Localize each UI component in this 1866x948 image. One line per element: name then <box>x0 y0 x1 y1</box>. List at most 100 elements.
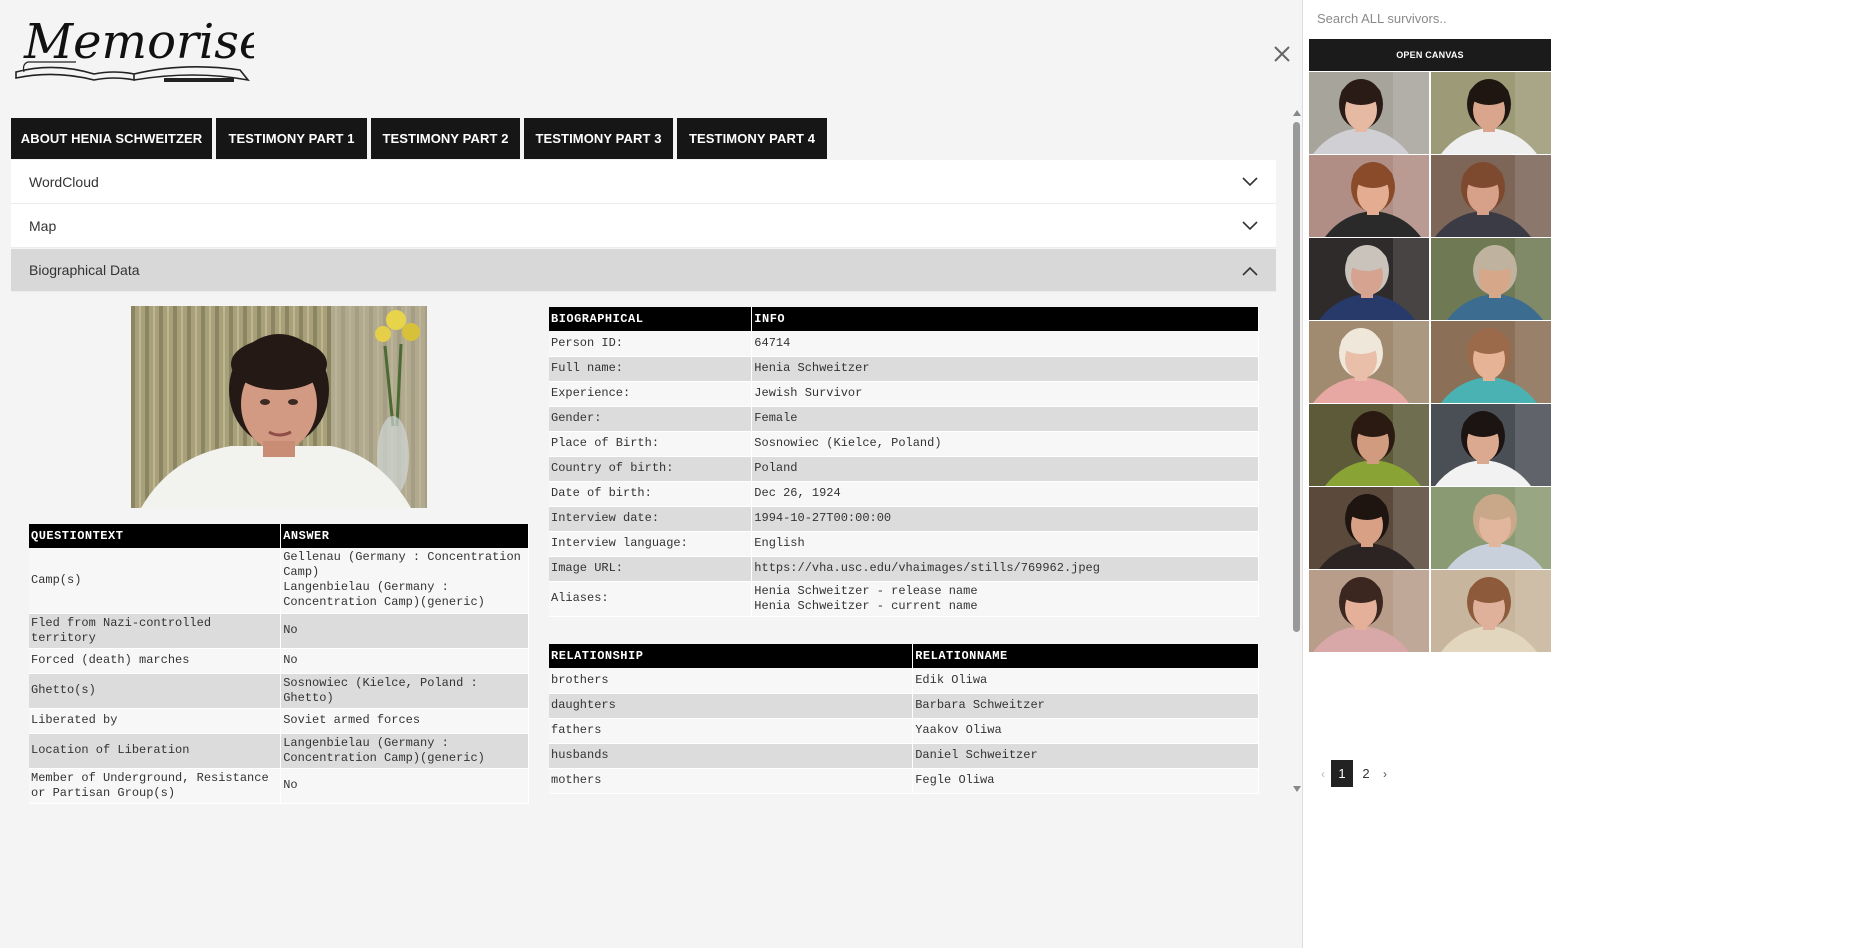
table-row: Aliases: Henia Schweitzer - release name … <box>549 581 1259 617</box>
qa-answer: Soviet armed forces <box>280 708 529 734</box>
qa-question: Camp(s) <box>29 548 282 614</box>
memorise-logo[interactable]: Memorise <box>14 12 267 88</box>
tab-testimony-part-2[interactable]: TESTIMONY PART 2 <box>371 118 520 159</box>
image-url-link[interactable]: https://vha.usc.edu/vhaimages/stills/769… <box>751 556 1259 582</box>
accordion-map[interactable]: Map <box>11 204 1276 248</box>
chevron-down-icon <box>1242 177 1258 187</box>
survivor-thumbnail-grid <box>1309 72 1551 652</box>
bio-value: 64714 <box>751 331 1259 357</box>
survivor-thumbnail[interactable] <box>1431 72 1551 154</box>
table-row: husbands Daniel Schweitzer <box>549 743 1259 769</box>
prev-page-button[interactable]: ‹ <box>1317 760 1329 787</box>
qa-answer: No <box>280 768 529 804</box>
scrollbar-thumb[interactable] <box>1293 122 1300 632</box>
close-icon <box>1274 46 1290 62</box>
rel-type: daughters <box>549 693 914 719</box>
qa-question: Fled from Nazi-controlled territory <box>29 613 282 649</box>
table-row: Place of Birth: Sosnowiec (Kielce, Poland… <box>549 431 1259 457</box>
rel-name: Barbara Schweitzer <box>912 693 1259 719</box>
survivor-thumbnail[interactable] <box>1309 404 1429 486</box>
scroll-up-icon[interactable] <box>1293 110 1301 116</box>
rel-name: Edik Oliwa <box>912 668 1259 694</box>
table-row: mothers Fegle Oliwa <box>549 768 1259 794</box>
logo-book-icon: Memorise <box>15 14 267 82</box>
survivor-thumbnail[interactable] <box>1431 570 1551 652</box>
survivor-thumbnail[interactable] <box>1309 570 1429 652</box>
table-row: Experience: Jewish Survivor <box>549 381 1259 407</box>
qa-question: Liberated by <box>29 708 282 734</box>
accordion-wordcloud[interactable]: WordCloud <box>11 160 1276 204</box>
survivor-sidebar: OPEN CANVAS ‹ 1 2 › <box>1302 0 1866 948</box>
qa-answer: Sosnowiec (Kielce, Poland : Ghetto) <box>280 673 529 709</box>
tab-about[interactable]: ABOUT HENIA SCHWEITZER <box>11 118 212 159</box>
table-row: Fled from Nazi-controlled territory No <box>29 613 529 649</box>
tab-testimony-part-3[interactable]: TESTIMONY PART 3 <box>524 118 673 159</box>
bio-label: Date of birth: <box>549 481 753 507</box>
tab-testimony-part-4[interactable]: TESTIMONY PART 4 <box>677 118 827 159</box>
survivor-thumbnail[interactable] <box>1309 72 1429 154</box>
close-button[interactable] <box>1268 40 1296 68</box>
table-row: Interview language: English <box>549 531 1259 557</box>
qa-question: Ghetto(s) <box>29 673 282 709</box>
scroll-down-icon[interactable] <box>1293 786 1301 792</box>
qa-question: Location of Liberation <box>29 733 282 769</box>
rel-name: Yaakov Oliwa <box>912 718 1259 744</box>
bio-table-header: BIOGRAPHICAL INFO <box>549 307 1259 331</box>
rel-type: mothers <box>549 768 914 794</box>
bio-label: Gender: <box>549 406 753 432</box>
qa-answer: Langenbielau (Germany : Concentration Ca… <box>280 733 529 769</box>
table-row: Country of birth: Poland <box>549 456 1259 482</box>
table-row: Person ID: 64714 <box>549 331 1259 357</box>
bio-value: Henia Schweitzer - release name Henia Sc… <box>751 581 1259 617</box>
rel-name: Daniel Schweitzer <box>912 743 1259 769</box>
bio-label: Experience: <box>549 381 753 407</box>
table-row: Liberated by Soviet armed forces <box>29 708 529 734</box>
testimony-tabs: ABOUT HENIA SCHWEITZER TESTIMONY PART 1 … <box>11 118 827 159</box>
table-row: Image URL: https://vha.usc.edu/vhaimages/… <box>549 556 1259 582</box>
rel-header-relationship: RELATIONSHIP <box>549 644 914 668</box>
pagination: ‹ 1 2 › <box>1317 760 1391 787</box>
table-row: Forced (death) marches No <box>29 648 529 674</box>
accordion-biographical-data[interactable]: Biographical Data <box>11 249 1276 292</box>
survivor-thumbnail[interactable] <box>1309 155 1429 237</box>
next-page-button[interactable]: › <box>1379 760 1391 787</box>
survivor-thumbnail[interactable] <box>1309 321 1429 403</box>
page-button-2[interactable]: 2 <box>1355 760 1377 787</box>
table-row: daughters Barbara Schweitzer <box>549 693 1259 719</box>
qa-table: QUESTIONTEXT ANSWER Camp(s) Gellenau (Ge… <box>29 524 529 804</box>
table-row: Full name: Henia Schweitzer <box>549 356 1259 382</box>
chevron-up-icon <box>1242 266 1258 276</box>
survivor-thumbnail[interactable] <box>1431 404 1551 486</box>
survivor-thumbnail[interactable] <box>1431 155 1551 237</box>
table-row: Date of birth: Dec 26, 1924 <box>549 481 1259 507</box>
survivor-thumbnail[interactable] <box>1431 238 1551 320</box>
logo-text: Memorise <box>23 14 254 70</box>
open-canvas-button[interactable]: OPEN CANVAS <box>1309 39 1551 71</box>
survivor-search-input[interactable] <box>1317 4 1553 32</box>
tab-testimony-part-1[interactable]: TESTIMONY PART 1 <box>216 118 367 159</box>
survivor-thumbnail[interactable] <box>1309 487 1429 569</box>
qa-question: Member of Underground, Resistance or Par… <box>29 768 282 804</box>
bio-label: Place of Birth: <box>549 431 753 457</box>
bio-value: Jewish Survivor <box>751 381 1259 407</box>
table-row: Ghetto(s) Sosnowiec (Kielce, Poland : Gh… <box>29 673 529 709</box>
rel-type: fathers <box>549 718 914 744</box>
rel-header-name: RELATIONNAME <box>912 644 1259 668</box>
bio-label: Country of birth: <box>549 456 753 482</box>
survivor-thumbnail[interactable] <box>1431 321 1551 403</box>
bio-value: 1994-10-27T00:00:00 <box>751 506 1259 532</box>
page-button-1[interactable]: 1 <box>1331 760 1353 787</box>
bio-label: Aliases: <box>549 581 753 617</box>
survivor-portrait <box>131 306 427 508</box>
rel-table-header: RELATIONSHIP RELATIONNAME <box>549 644 1259 668</box>
bio-value: Sosnowiec (Kielce, Poland) <box>751 431 1259 457</box>
accordion-wordcloud-label: WordCloud <box>29 173 99 190</box>
survivor-thumbnail[interactable] <box>1431 487 1551 569</box>
bio-label: Image URL: <box>549 556 753 582</box>
survivor-thumbnail[interactable] <box>1309 238 1429 320</box>
bio-label: Interview language: <box>549 531 753 557</box>
qa-answer: No <box>280 648 529 674</box>
bio-value: Dec 26, 1924 <box>751 481 1259 507</box>
accordion-bio-label: Biographical Data <box>29 262 140 278</box>
rel-type: husbands <box>549 743 914 769</box>
